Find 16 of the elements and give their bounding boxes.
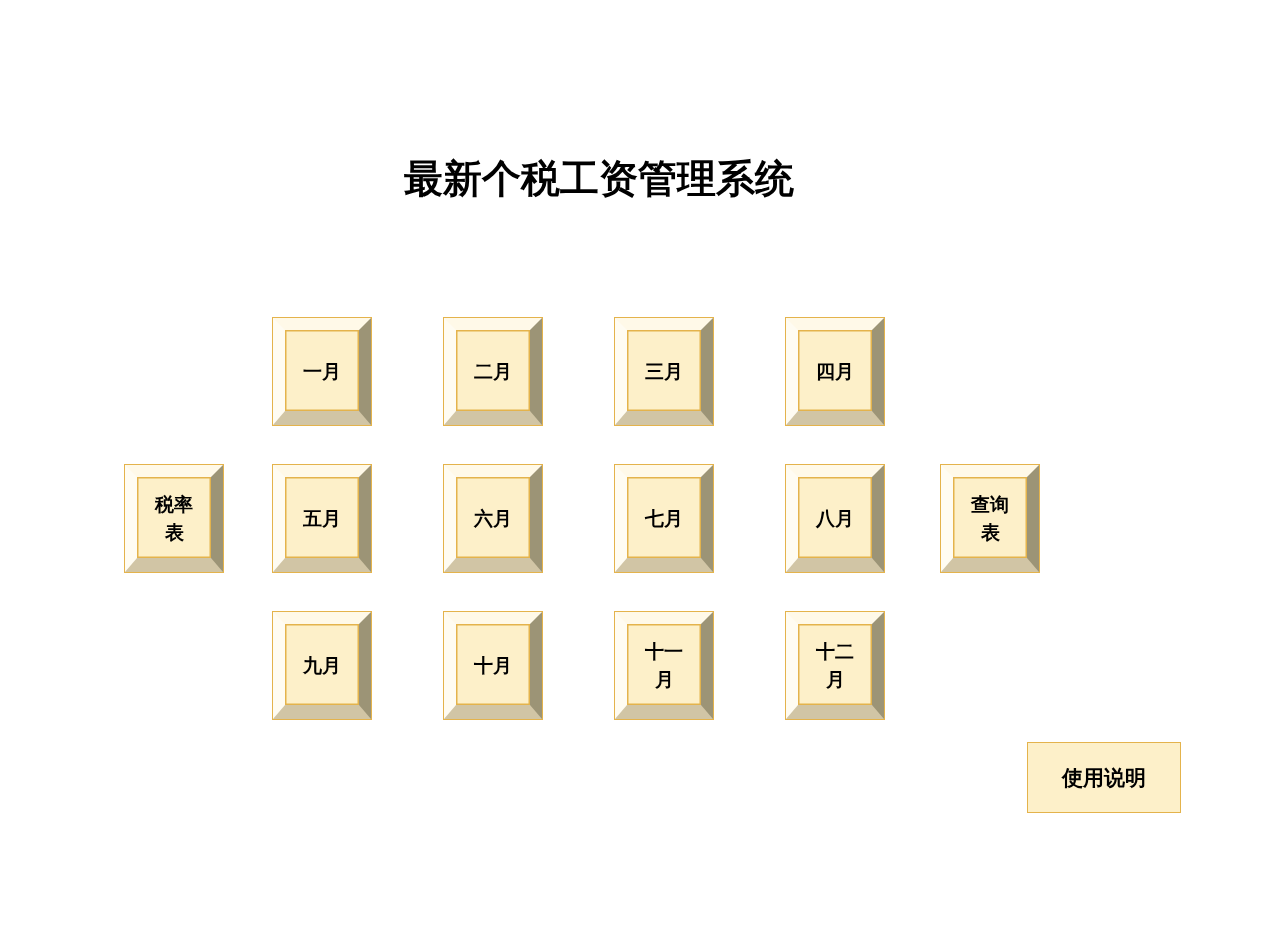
menu-button[interactable]: 九月 (273, 612, 371, 719)
menu-button[interactable]: 七月 (615, 465, 713, 572)
menu-button[interactable]: 十一月 (615, 612, 713, 719)
help-button[interactable]: 使用说明 (1027, 742, 1181, 813)
menu-button[interactable]: 一月 (273, 318, 371, 425)
menu-button[interactable]: 税率表 (125, 465, 223, 572)
page-title: 最新个税工资管理系统 (404, 155, 794, 203)
menu-button[interactable]: 二月 (444, 318, 542, 425)
menu-button[interactable]: 六月 (444, 465, 542, 572)
menu-button[interactable]: 查询表 (941, 465, 1039, 572)
menu-button[interactable]: 十二月 (786, 612, 884, 719)
menu-button[interactable]: 四月 (786, 318, 884, 425)
menu-button[interactable]: 十月 (444, 612, 542, 719)
menu-button[interactable]: 八月 (786, 465, 884, 572)
menu-button[interactable]: 三月 (615, 318, 713, 425)
menu-button[interactable]: 五月 (273, 465, 371, 572)
